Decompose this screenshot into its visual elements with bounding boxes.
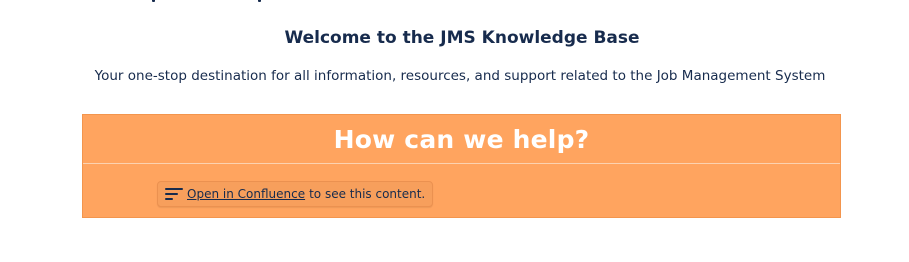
confluence-macro-placeholder[interactable]: Open in Confluence to see this content.: [157, 181, 434, 207]
cropped-text-fragment: [150, 0, 270, 2]
page-title: Welcome to the JMS Knowledge Base: [284, 28, 640, 48]
macro-suffix-text: to see this content.: [309, 187, 426, 201]
help-panel-heading: How can we help?: [83, 115, 840, 164]
lines-icon: [165, 187, 183, 201]
open-in-confluence-link[interactable]: Open in Confluence: [187, 187, 305, 201]
help-panel: How can we help? Open in Confluence to s…: [82, 114, 841, 218]
page-subtitle: Your one-stop destination for all inform…: [94, 68, 826, 84]
